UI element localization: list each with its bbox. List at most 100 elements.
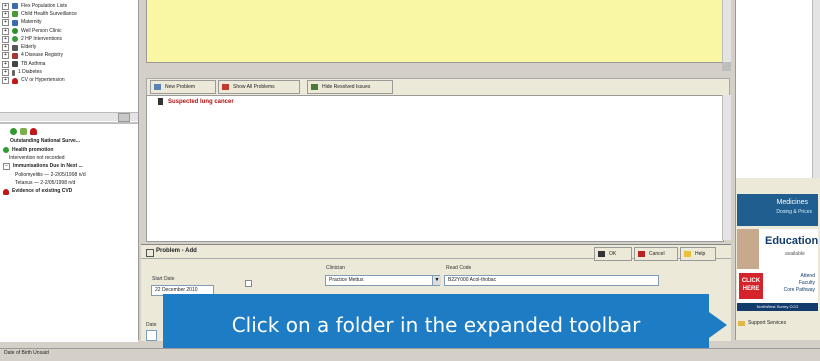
alert-list: Health promotion Intervention not record… — [3, 146, 135, 196]
problem-list-scrollbar[interactable] — [722, 95, 731, 240]
hide-resolved-label: Hide Resolved Issues — [322, 84, 371, 90]
alerts-title: Outstanding National Surve... — [10, 138, 81, 144]
alert-label: Poliomyelitis — 2-2/05/1998 n/d — [15, 171, 86, 178]
click-line-2: HERE — [742, 286, 760, 292]
shield-icon — [20, 128, 27, 135]
expand-icon[interactable]: + — [2, 10, 9, 18]
green-check-icon — [10, 128, 17, 135]
expand-icon[interactable]: + — [2, 27, 9, 35]
maternity-icon — [12, 19, 18, 26]
problem-row[interactable]: Suspected lung cancer — [158, 98, 234, 105]
tree-item[interactable]: + 4 Disease Registry — [2, 52, 128, 60]
alerts-panel: Outstanding National Surve... Health pro… — [0, 122, 138, 342]
doctor-photo — [737, 229, 759, 269]
click-line-1: CLICK — [741, 278, 761, 284]
click-here-button[interactable]: CLICK HERE — [739, 273, 763, 299]
problem-add-icon — [146, 249, 154, 257]
clinician-label: Clinician — [326, 265, 345, 271]
clinician-select[interactable]: Practice Mettus — [325, 275, 440, 286]
expand-icon[interactable]: + — [2, 19, 9, 27]
read-code-label: Read Code — [446, 265, 472, 271]
tooltip-arrow — [709, 312, 727, 338]
problem-add-title: Problem - Add — [156, 248, 197, 254]
ongoing-checkbox[interactable] — [245, 280, 252, 287]
alert-item: Tetanus — 2-2/05/1998 n/d — [3, 179, 135, 187]
chevron-down-icon[interactable]: ▼ — [432, 276, 441, 285]
medicines-banner[interactable]: Medicines Dosing & Prices — [737, 194, 818, 226]
tree-item[interactable]: + Flex Population Lists — [2, 2, 128, 10]
show-all-problems-button[interactable]: Show All Problems — [218, 80, 300, 94]
tree-item-label: Flex Population Lists — [21, 2, 68, 9]
help-icon — [684, 251, 691, 257]
alert-item: Intervention not recorded — [3, 154, 135, 162]
ok-button[interactable]: OK — [594, 247, 632, 261]
tree-item-label: 4 Disease Registry — [21, 52, 63, 59]
tree-item[interactable]: + Child Health Surveillance — [2, 10, 128, 18]
expand-icon[interactable]: + — [2, 52, 9, 60]
expand-icon[interactable]: + — [2, 60, 9, 68]
tree-item[interactable]: + Elderly — [2, 43, 128, 52]
right-pane-top — [735, 0, 820, 179]
new-problem-label: New Problem — [165, 84, 196, 90]
medicines-subtitle: Dosing & Prices — [776, 209, 812, 215]
tree-item-label: CV or Hypertension — [21, 77, 65, 84]
alert-label: Intervention not recorded — [9, 154, 65, 161]
save-icon — [598, 251, 605, 257]
alert-item[interactable]: Health promotion — [3, 146, 135, 154]
end-date-field[interactable] — [146, 330, 157, 341]
tree-item[interactable]: + 1 Diabetes — [2, 68, 128, 77]
problem-list — [146, 95, 724, 242]
expand-icon[interactable]: + — [2, 35, 9, 43]
expand-icon[interactable]: + — [2, 44, 9, 52]
folder-icon — [738, 320, 745, 326]
expand-icon[interactable]: + — [2, 69, 9, 77]
expand-icon[interactable]: + — [2, 2, 9, 10]
new-problem-button[interactable]: New Problem — [150, 80, 216, 94]
asthma-icon — [12, 61, 18, 68]
tree-item[interactable]: + Maternity — [2, 19, 128, 27]
tree-scroll-thumb[interactable] — [118, 113, 130, 122]
tree-item[interactable]: + Well Person Clinic — [2, 27, 128, 35]
new-problem-icon — [154, 84, 161, 90]
expand-icon[interactable]: + — [2, 77, 9, 85]
cancel-button[interactable]: Cancel — [634, 247, 678, 261]
problem-icon — [158, 98, 163, 105]
heart-icon — [12, 77, 18, 84]
tree-item[interactable]: + 2 HP Interventions — [2, 35, 128, 43]
help-button[interactable]: Help — [680, 247, 716, 261]
read-code-field[interactable]: B22Y000 Acol-thobac — [444, 275, 659, 286]
education-subtitle: available — [785, 251, 805, 257]
alert-label: Health promotion — [12, 146, 54, 153]
tree-item[interactable]: + TB Asthma — [2, 60, 128, 68]
ad-footer: NorthWest Surrey CCG — [737, 303, 818, 311]
navigation-tree: + Flex Population Lists + Child Health S… — [2, 2, 128, 85]
scroll-corner — [722, 62, 731, 71]
alert-icons — [10, 128, 37, 136]
alert-label: Tetanus — 2-2/05/1998 n/d — [15, 179, 76, 186]
notes-scrollbar[interactable] — [722, 0, 731, 62]
tree-item-label: TB Asthma — [21, 60, 46, 67]
list-icon — [12, 3, 18, 10]
child-icon — [12, 11, 18, 18]
education-title: Education — [765, 235, 819, 247]
medicines-title: Medicines — [776, 199, 808, 206]
support-services-item[interactable]: Support Services — [738, 320, 786, 326]
tree-item[interactable]: + CV or Hypertension — [2, 77, 128, 85]
status-bar — [0, 348, 820, 361]
close-icon — [638, 251, 645, 257]
alert-label: Immunisations Due in Next ... — [13, 163, 83, 170]
collapse-icon[interactable]: − — [3, 163, 10, 171]
right-pane-scrollbar[interactable] — [812, 0, 820, 178]
diabetes-icon — [12, 69, 15, 76]
tree-item-label: Elderly — [21, 44, 37, 51]
tree-item-label: Child Health Surveillance — [21, 10, 77, 17]
education-banner[interactable]: Education available CLICK HERE Attend Fa… — [737, 229, 818, 311]
attend-text: Attend Faculty Core Pathway — [783, 273, 815, 293]
end-date-label: Date — [146, 322, 157, 328]
alert-item[interactable]: − Immunisations Due in Next ... — [3, 163, 135, 171]
hide-resolved-button[interactable]: Hide Resolved Issues — [307, 80, 393, 94]
alert-item[interactable]: Evidence of existing CVD — [3, 187, 135, 195]
show-all-icon — [222, 84, 229, 90]
help-label: Help — [695, 251, 706, 257]
registry-icon — [12, 52, 18, 59]
